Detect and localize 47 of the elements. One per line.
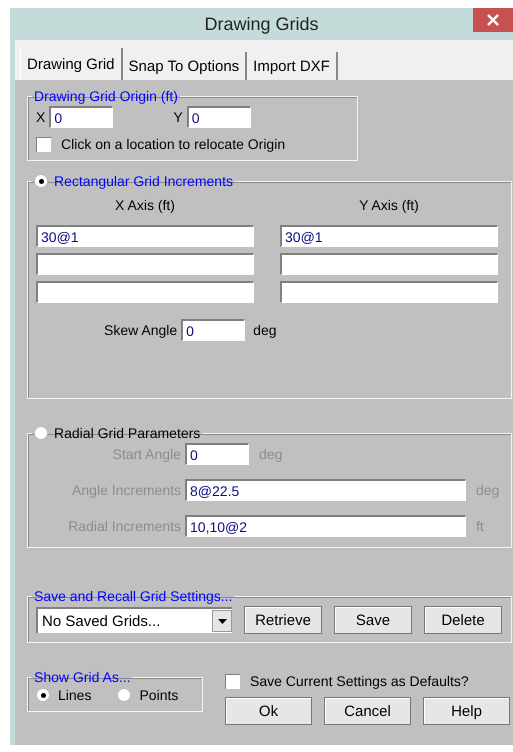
saved-grids-dropdown[interactable]: No Saved Grids... [36, 607, 232, 633]
window-title: Drawing Grids [204, 14, 319, 34]
checkbox-label: Click on a location to relocate Origin [61, 136, 286, 152]
radio-label: Points [139, 687, 178, 703]
input-field[interactable] [36, 253, 254, 275]
unit-label: deg [253, 322, 277, 338]
action-button[interactable]: Delete [424, 606, 502, 634]
close-icon [487, 14, 499, 26]
input-field[interactable]: 8@22.5 [185, 479, 466, 501]
input-field[interactable]: 0 [186, 106, 251, 128]
radio-label: Lines [58, 687, 92, 703]
dropdown-button[interactable] [212, 610, 232, 632]
input-field[interactable] [280, 253, 498, 275]
group-title: Show Grid As... [34, 669, 130, 685]
group-title: Rectangular Grid Increments [54, 173, 233, 189]
column-header: X Axis (ft) [114, 197, 176, 213]
dialog-button[interactable]: Help [423, 697, 510, 725]
caret-icon [218, 618, 226, 624]
action-button[interactable]: Retrieve [244, 606, 322, 634]
dialog-button[interactable]: Ok [225, 697, 312, 725]
input-field[interactable]: 0 [181, 319, 246, 341]
radio-button[interactable] [36, 688, 50, 702]
dialog-button[interactable]: Cancel [324, 697, 411, 725]
field-label: Y [173, 109, 183, 125]
checkbox-label: Save Current Settings as Defaults? [250, 673, 469, 689]
radio-button[interactable] [34, 426, 48, 440]
group-title: Radial Grid Parameters [54, 425, 200, 441]
field-label: X [36, 109, 46, 125]
input-field[interactable]: 0 [185, 443, 249, 465]
checkbox[interactable] [36, 136, 51, 152]
input-field[interactable]: 30@1 [36, 225, 254, 247]
close-button[interactable] [473, 8, 513, 32]
group-title: Drawing Grid Origin (ft) [34, 88, 178, 104]
input-field[interactable]: 0 [49, 106, 114, 128]
column-header: Y Axis (ft) [358, 197, 420, 213]
tab[interactable]: Drawing Grid [20, 48, 123, 80]
radio-button[interactable] [117, 688, 132, 702]
input-field[interactable] [280, 281, 498, 303]
action-button[interactable]: Save [334, 606, 412, 634]
field-label: Skew Angle [104, 322, 178, 338]
group-title: Save and Recall Grid Settings... [34, 588, 232, 604]
input-field[interactable]: 10,10@2 [185, 515, 466, 537]
input-field[interactable] [36, 281, 254, 303]
checkbox[interactable] [225, 674, 240, 688]
input-field[interactable]: 30@1 [280, 225, 498, 247]
dropdown-value: No Saved Grids... [41, 612, 160, 630]
radio-button[interactable] [34, 174, 48, 188]
